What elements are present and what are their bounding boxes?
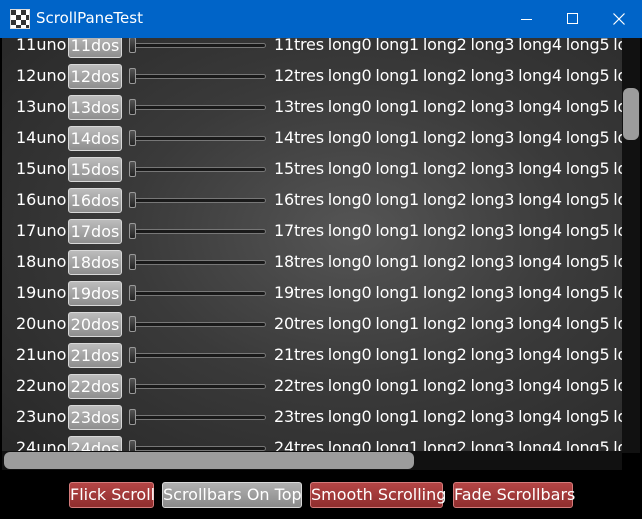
minimize-icon[interactable]: [504, 0, 550, 38]
dos-button[interactable]: 19dos: [68, 281, 122, 306]
list-item: 19uno 19dos 19tres long0 long1 long2 long3…: [2, 278, 640, 309]
list-item: 23uno 23dos 23tres long0 long1 long2 long3…: [2, 402, 640, 433]
scrollbar-corner: [622, 453, 640, 470]
tres-label: 14tres long0 long1 long2 long3 long4 lon…: [274, 128, 640, 147]
slider-track[interactable]: [130, 415, 266, 420]
app-window: ScrollPaneTest 11uno 11dos 11tres long0 lo…: [0, 0, 642, 519]
dos-button[interactable]: 23dos: [68, 405, 122, 430]
button-bar: Flick Scroll Scrollbars On Top Smooth Sc…: [0, 470, 642, 519]
smooth-scrolling-button[interactable]: Smooth Scrolling: [310, 482, 446, 508]
slider-thumb[interactable]: [129, 378, 136, 394]
slider-track[interactable]: [130, 229, 266, 234]
dos-button[interactable]: 20dos: [68, 312, 122, 337]
tres-label: 17tres long0 long1 long2 long3 long4 lon…: [274, 221, 640, 240]
slider-thumb[interactable]: [129, 99, 136, 115]
tres-label: 19tres long0 long1 long2 long3 long4 lon…: [274, 283, 640, 302]
dos-button[interactable]: 18dos: [68, 250, 122, 275]
flick-scroll-button[interactable]: Flick Scroll: [69, 482, 155, 508]
slider-track[interactable]: [130, 167, 266, 172]
slider-track[interactable]: [130, 384, 266, 389]
slider-track[interactable]: [130, 198, 266, 203]
slider-track[interactable]: [130, 136, 266, 141]
close-icon[interactable]: [596, 0, 642, 38]
list-item: 20uno 20dos 20tres long0 long1 long2 long3…: [2, 309, 640, 340]
dos-button[interactable]: 17dos: [68, 219, 122, 244]
uno-label: 18uno: [16, 252, 67, 271]
tres-label: 22tres long0 long1 long2 long3 long4 lon…: [274, 376, 640, 395]
tres-label: 18tres long0 long1 long2 long3 long4 lon…: [274, 252, 640, 271]
tres-label: 12tres long0 long1 long2 long3 long4 lon…: [274, 66, 640, 85]
uno-label: 12uno: [16, 66, 67, 85]
slider-thumb[interactable]: [129, 68, 136, 84]
slider-thumb[interactable]: [129, 161, 136, 177]
list-item: 22uno 22dos 22tres long0 long1 long2 long3…: [2, 371, 640, 402]
uno-label: 16uno: [16, 190, 67, 209]
uno-label: 13uno: [16, 97, 67, 116]
list-item: 15uno 15dos 15tres long0 long1 long2 long3…: [2, 154, 640, 185]
tres-label: 20tres long0 long1 long2 long3 long4 lon…: [274, 314, 640, 333]
tres-label: 16tres long0 long1 long2 long3 long4 lon…: [274, 190, 640, 209]
slider-thumb[interactable]: [129, 254, 136, 270]
scrollbars-on-top-button[interactable]: Scrollbars On Top: [162, 482, 302, 508]
uno-label: 22uno: [16, 376, 67, 395]
dos-button[interactable]: 15dos: [68, 157, 122, 182]
dos-button[interactable]: 16dos: [68, 188, 122, 213]
slider-thumb[interactable]: [129, 38, 136, 53]
slider-thumb[interactable]: [129, 409, 136, 425]
uno-label: 23uno: [16, 407, 67, 426]
dos-button[interactable]: 21dos: [68, 343, 122, 368]
uno-label: 17uno: [16, 221, 67, 240]
maximize-icon[interactable]: [550, 0, 596, 38]
list-item: 18uno 18dos 18tres long0 long1 long2 long3…: [2, 247, 640, 278]
list-item: 17uno 17dos 17tres long0 long1 long2 long3…: [2, 216, 640, 247]
slider-track[interactable]: [130, 322, 266, 327]
dos-button[interactable]: 11dos: [68, 38, 122, 58]
tres-label: 15tres long0 long1 long2 long3 long4 lon…: [274, 159, 640, 178]
slider-thumb[interactable]: [129, 130, 136, 146]
list-item: 13uno 13dos 13tres long0 long1 long2 long3…: [2, 92, 640, 123]
uno-label: 20uno: [16, 314, 67, 333]
dos-button[interactable]: 13dos: [68, 95, 122, 120]
tres-label: 21tres long0 long1 long2 long3 long4 lon…: [274, 345, 640, 364]
dos-button[interactable]: 14dos: [68, 126, 122, 151]
window-title: ScrollPaneTest: [36, 9, 143, 27]
horizontal-scrollbar-thumb[interactable]: [4, 452, 414, 469]
uno-label: 15uno: [16, 159, 67, 178]
vertical-scrollbar-thumb[interactable]: [623, 88, 639, 140]
tres-label: 23tres long0 long1 long2 long3 long4 lon…: [274, 407, 640, 426]
dos-button[interactable]: 12dos: [68, 64, 122, 89]
slider-track[interactable]: [130, 74, 266, 79]
uno-label: 19uno: [16, 283, 67, 302]
slider-thumb[interactable]: [129, 316, 136, 332]
slider-thumb[interactable]: [129, 192, 136, 208]
tres-label: 13tres long0 long1 long2 long3 long4 lon…: [274, 97, 640, 116]
slider-thumb[interactable]: [129, 223, 136, 239]
slider-track[interactable]: [130, 43, 266, 48]
slider-track[interactable]: [130, 260, 266, 265]
fade-scrollbars-button[interactable]: Fade Scrollbars: [453, 482, 575, 508]
list-item: 14uno 14dos 14tres long0 long1 long2 long3…: [2, 123, 640, 154]
slider-thumb[interactable]: [129, 285, 136, 301]
java-duke-icon: [10, 9, 30, 29]
list-item: 11uno 11dos 11tres long0 long1 long2 long3…: [2, 38, 640, 61]
slider-thumb[interactable]: [129, 347, 136, 363]
slider-track[interactable]: [130, 291, 266, 296]
list-item: 16uno 16dos 16tres long0 long1 long2 long3…: [2, 185, 640, 216]
scroll-pane[interactable]: 11uno 11dos 11tres long0 long1 long2 long3…: [2, 38, 640, 470]
list-item: 12uno 12dos 12tres long0 long1 long2 long3…: [2, 61, 640, 92]
title-bar[interactable]: ScrollPaneTest: [0, 0, 642, 38]
dos-button[interactable]: 22dos: [68, 374, 122, 399]
slider-track[interactable]: [130, 105, 266, 110]
uno-label: 11uno: [16, 38, 67, 54]
uno-label: 21uno: [16, 345, 67, 364]
list-item: 21uno 21dos 21tres long0 long1 long2 long3…: [2, 340, 640, 371]
slider-track[interactable]: [130, 353, 266, 358]
tres-label: 11tres long0 long1 long2 long3 long4 lon…: [274, 38, 640, 54]
uno-label: 14uno: [16, 128, 67, 147]
